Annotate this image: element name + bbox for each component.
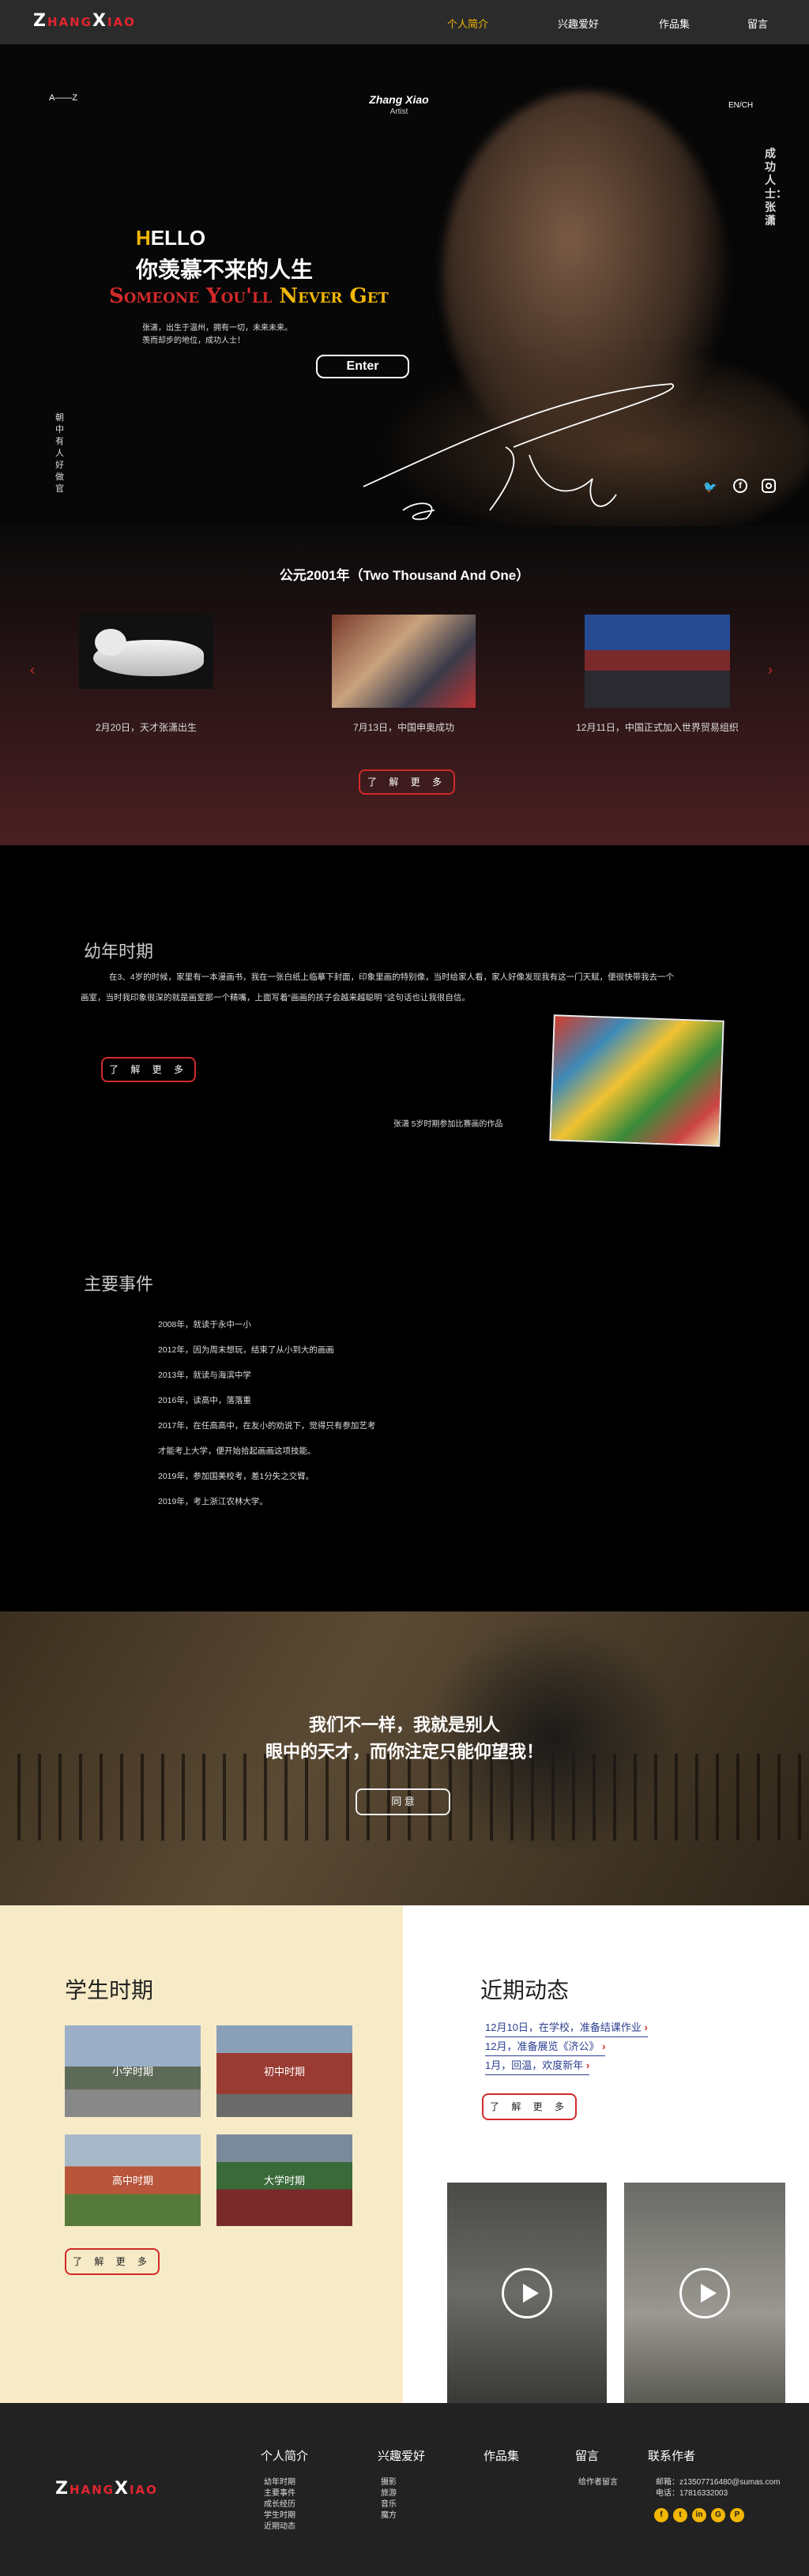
video-thumbnail-2[interactable] (624, 2183, 785, 2403)
footer-heading-profile: 个人简介 (261, 2450, 309, 2463)
chevron-right-icon: › (602, 2040, 606, 2052)
event-item-8: 2019年，考上浙江农林大学。 (158, 1497, 268, 1506)
nav-link-profile[interactable]: 个人简介 (447, 16, 488, 31)
footer-logo[interactable]: ZHANGXIAO (55, 2479, 158, 2499)
twitter-icon[interactable]: t (673, 2508, 687, 2522)
artist-name: Zhang Xiao (369, 93, 429, 106)
footer-link[interactable]: 魔方 (381, 2510, 397, 2521)
vertical-title-right: 成功人士：张潇 (765, 147, 787, 227)
twitter-icon[interactable]: 🐦 (703, 480, 717, 494)
footer-link[interactable]: 音乐 (381, 2499, 397, 2510)
banner-line-1: 我们不一样，我就是别人 (308, 1715, 500, 1735)
childhood-artwork-image (549, 1014, 724, 1147)
tile-high-school[interactable]: 高中时期 (65, 2134, 201, 2226)
chevron-right-icon: › (644, 2021, 648, 2033)
chevron-right-icon: › (585, 2059, 590, 2071)
footer-heading-contact: 联系作者 (648, 2450, 696, 2463)
event-item-5: 2017年，在任高高中，在友小的劝说下，觉得只有参加艺考 (158, 1421, 376, 1431)
news-item-1[interactable]: 12月10日，在学校，准备结课作业 › (485, 2019, 648, 2037)
pinterest-icon[interactable]: P (730, 2508, 744, 2522)
footer-phone: 电话：17816332003 (656, 2489, 728, 2498)
instagram-icon[interactable] (762, 479, 776, 493)
nav-link-hobbies[interactable]: 兴趣爱好 (558, 16, 599, 31)
footer-email: 邮箱：z13507716480@sumas.com (656, 2478, 781, 2487)
next-arrow-icon[interactable]: › (768, 662, 773, 679)
student-more-button[interactable]: 了 解 更 多 (65, 2248, 160, 2275)
artwork-caption: 张潇 5岁时期参加比赛画的作品 (393, 1120, 503, 1129)
site-logo[interactable]: ZHANGXIAO (33, 11, 136, 31)
event-item-7: 2019年，参加国美校考，差1分失之交臂。 (158, 1472, 314, 1481)
language-toggle[interactable]: EN/CH (728, 101, 753, 110)
hello-text: HELLO (136, 226, 206, 250)
facebook-icon[interactable]: f (733, 479, 747, 493)
wto-photo (585, 615, 730, 708)
top-nav: ZHANGXIAO 个人简介 兴趣爱好 作品集 留言 (0, 0, 809, 44)
event-item-6: 才能考上大学，便开始拾起画画这项技能。 (158, 1446, 316, 1456)
play-icon[interactable] (502, 2267, 552, 2318)
events-title: 主要事件 (84, 1274, 154, 1294)
recent-more-button[interactable]: 了 解 更 多 (482, 2093, 577, 2120)
prev-arrow-icon[interactable]: ‹ (30, 662, 35, 679)
olympic-bid-photo (332, 615, 476, 708)
footer-link[interactable]: 成长经历 (264, 2499, 295, 2510)
agree-button[interactable]: 同 意 (356, 1788, 450, 1815)
vertical-title-left: 朝中有人好做官 (55, 413, 64, 494)
timeline-caption-3: 12月11日，中国正式加入世界贸易组织 (576, 722, 739, 733)
google-plus-icon[interactable]: G (711, 2508, 725, 2522)
tile-middle-school[interactable]: 初中时期 (216, 2025, 352, 2117)
event-item-3: 2013年，就读与海滨中学 (158, 1371, 251, 1380)
tile-university[interactable]: 大学时期 (216, 2134, 352, 2226)
nav-link-works[interactable]: 作品集 (659, 16, 690, 31)
video-thumbnail-1[interactable] (447, 2183, 607, 2403)
timeline-section: 公元2001年（Two Thousand And One） ‹ › 2月20日，… (0, 526, 809, 845)
timeline-caption-2: 7月13日，中国申奥成功 (352, 722, 455, 733)
nav-link-messages[interactable]: 留言 (747, 16, 768, 31)
event-item-1: 2008年，就读于永中一小 (158, 1320, 251, 1329)
childhood-more-button[interactable]: 了 解 更 多 (101, 1057, 196, 1082)
recent-title: 近期动态 (480, 1978, 570, 2003)
footer-link[interactable]: 学生时期 (264, 2510, 295, 2521)
footer-link[interactable]: 近期动态 (264, 2521, 295, 2533)
hero-intro-1: 张潇，出生于温州，拥有一切，未来未来。 (142, 324, 292, 333)
footer-heading-works[interactable]: 作品集 (484, 2447, 519, 2464)
signature-image (363, 383, 675, 521)
event-item-2: 2012年，因为周末想玩，结束了从小到大的画画 (158, 1345, 334, 1355)
tile-primary-school[interactable]: 小学时期 (65, 2025, 201, 2117)
hero-slogan: Someone You'll Never Get (109, 284, 389, 308)
news-item-3[interactable]: 1月，回温，欢度新年 › (485, 2057, 590, 2075)
artist-role: Artist (389, 107, 408, 116)
footer-links-hobbies: 摄影 旅游 音乐 魔方 (381, 2477, 397, 2521)
linkedin-icon[interactable]: in (692, 2508, 706, 2522)
hero-intro-2: 羡而却步的地位，成功人士！ (142, 337, 245, 345)
az-label: A——Z (49, 93, 78, 103)
timeline-caption-1: 2月20日，天才张潇出生 (95, 722, 198, 733)
event-item-4: 2016年，读高中，落落重 (158, 1396, 251, 1405)
footer-heading-hobbies: 兴趣爱好 (378, 2450, 426, 2463)
banner-line-2: 眼中的天才，而你注定只能仰望我！ (265, 1742, 544, 1762)
news-item-2[interactable]: 12月，准备展览《济公》 › (485, 2038, 606, 2056)
footer-heading-messages: 留言 (575, 2450, 600, 2463)
timeline-title: 公元2001年（Two Thousand And One） (279, 568, 530, 583)
hero-section: A——Z Zhang Xiao Artist EN/CH 成功人士：张潇 朝中有… (0, 44, 809, 526)
play-icon[interactable] (679, 2267, 730, 2318)
footer-links-profile: 幼年时期 主要事件 成长经历 学生时期 近期动态 (264, 2477, 295, 2533)
footer-link[interactable]: 旅游 (381, 2488, 397, 2499)
footer-link[interactable]: 幼年时期 (264, 2477, 295, 2488)
footer-link-leave-message[interactable]: 给作者留言 (578, 2477, 618, 2488)
footer-link[interactable]: 主要事件 (264, 2488, 295, 2499)
childhood-paragraph-1: 在3、4岁的时候，家里有一本漫画书，我在一张白纸上临摹下封面，印象里画的特别像，… (109, 972, 675, 982)
baby-photo (79, 613, 213, 689)
facebook-icon[interactable]: f (654, 2508, 668, 2522)
childhood-title: 幼年时期 (84, 942, 154, 961)
footer-link[interactable]: 摄影 (381, 2477, 397, 2488)
student-title: 学生时期 (65, 1978, 154, 2003)
timeline-more-button[interactable]: 了 解 更 多 (359, 769, 455, 795)
hero-headline: 你羡慕不来的人生 (136, 258, 314, 282)
childhood-paragraph-2: 画室，当时我印象很深的就是画室那一个精嘴，上面写着“画画的孩子会越来越聪明 ”这… (81, 993, 470, 1002)
